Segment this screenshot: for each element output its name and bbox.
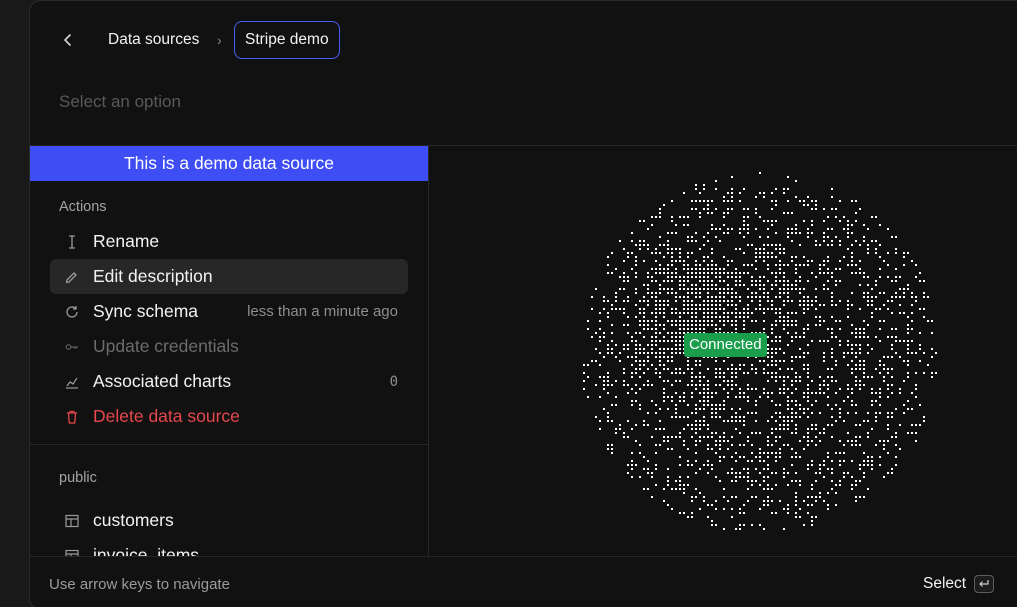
key-icon: [62, 337, 82, 357]
table-list: customers invoice_items: [30, 501, 428, 556]
trash-icon: [62, 407, 82, 427]
schema-heading: public: [59, 470, 97, 486]
rename-item[interactable]: Rename: [50, 224, 408, 259]
breadcrumb-current[interactable]: Stripe demo: [234, 21, 340, 59]
table-label: customers: [93, 510, 174, 530]
demo-banner: This is a demo data source: [30, 146, 428, 181]
table-icon: [62, 546, 82, 556]
select-button[interactable]: Select: [923, 575, 995, 593]
delete-data-source-item[interactable]: Delete data source: [50, 399, 408, 434]
last-synced: less than a minute ago: [247, 303, 398, 320]
command-palette: Data sources › Stripe demo This is a dem…: [29, 0, 1017, 607]
chart-count: 0: [389, 373, 398, 390]
table-item-customers[interactable]: customers: [50, 503, 408, 538]
sync-schema-label: Sync schema: [93, 301, 199, 321]
sync-schema-item[interactable]: Sync schema less than a minute ago: [50, 294, 408, 329]
chevron-left-icon: [64, 34, 71, 46]
footer: Use arrow keys to navigate Select: [30, 556, 1017, 607]
select-label: Select: [923, 575, 967, 592]
back-button[interactable]: [56, 29, 80, 51]
associated-charts-label: Associated charts: [93, 371, 232, 391]
table-label: invoice_items: [93, 545, 200, 556]
data-source-preview: Connected: [429, 146, 1017, 556]
table-item-invoice-items[interactable]: invoice_items: [50, 538, 408, 556]
actions-heading: Actions: [59, 199, 107, 215]
connection-status-badge: Connected: [684, 333, 767, 357]
update-credentials-label: Update credentials: [93, 336, 239, 356]
chart-icon: [62, 372, 82, 392]
navigation-hint: Use arrow keys to navigate: [49, 576, 230, 593]
breadcrumb-data-sources[interactable]: Data sources: [108, 30, 199, 50]
edit-description-label: Edit description: [93, 266, 213, 286]
divider: [30, 444, 428, 445]
delete-data-source-label: Delete data source: [93, 406, 240, 426]
edit-description-item[interactable]: Edit description: [50, 259, 408, 294]
search-input[interactable]: [59, 89, 959, 115]
refresh-icon: [62, 302, 82, 322]
pencil-icon: [62, 267, 82, 287]
rename-label: Rename: [93, 231, 160, 251]
associated-charts-item[interactable]: Associated charts 0: [50, 364, 408, 399]
breadcrumb: Data sources › Stripe demo: [30, 1, 1017, 79]
breadcrumb-separator: ›: [217, 32, 222, 48]
update-credentials-item[interactable]: Update credentials: [50, 329, 408, 364]
text-cursor-icon: [62, 232, 82, 252]
enter-key-icon: [974, 575, 995, 593]
table-icon: [62, 511, 82, 531]
